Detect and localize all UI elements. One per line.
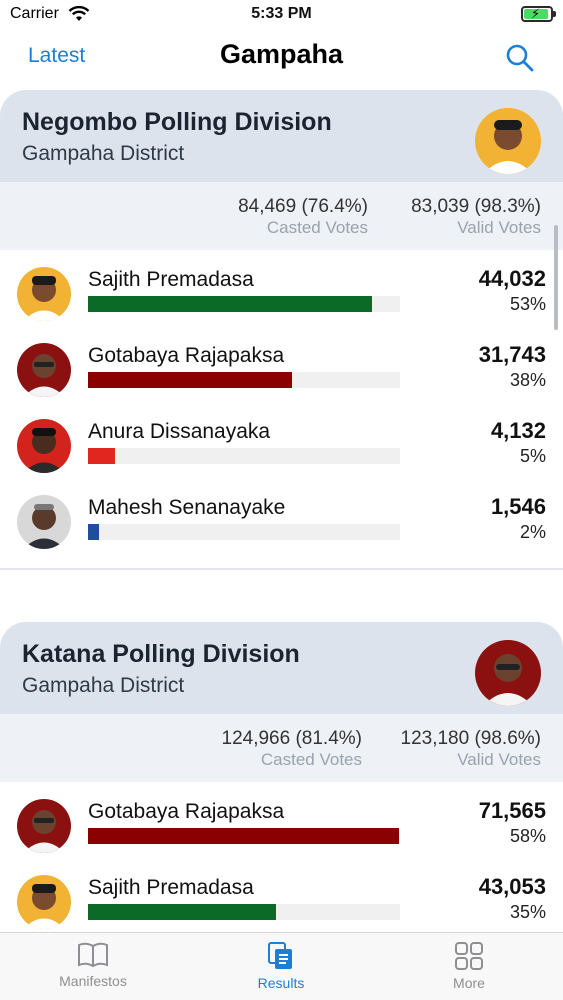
vote-share-fill: [88, 296, 373, 312]
candidate-percent: 2%: [519, 522, 546, 542]
casted-votes: 84,469 (76.4%) Casted Votes: [238, 196, 368, 238]
tab-label: Results: [257, 975, 305, 991]
candidate-avatar: [17, 495, 71, 549]
division-card: Negombo Polling Division Gampaha Distric…: [0, 90, 563, 570]
battery-icon: ⚡: [521, 6, 556, 22]
district-label: Gampaha District: [22, 674, 185, 697]
navigation-bar: Latest Gampaha: [0, 30, 563, 86]
division-stats: 124,966 (81.4%) Casted Votes 123,180 (98…: [0, 714, 563, 782]
results-list[interactable]: Negombo Polling Division Gampaha Distric…: [0, 90, 563, 932]
candidate-row[interactable]: Mahesh Senanayake 1,546 2%: [0, 486, 563, 562]
casted-votes-value: 84,469 (76.4%): [238, 196, 368, 217]
candidate-row[interactable]: Sajith Premadasa 44,032 53%: [0, 258, 563, 334]
vote-share-fill: [88, 904, 276, 920]
candidate-votes: 4,132: [490, 418, 546, 443]
division-header: Katana Polling Division Gampaha District: [0, 622, 563, 714]
tab-results[interactable]: Results: [216, 941, 346, 991]
casted-votes-value: 124,966 (81.4%): [221, 728, 363, 749]
vote-share-bar: [88, 828, 400, 844]
winner-avatar: [475, 108, 541, 174]
candidate-name: Gotabaya Rajapaksa: [88, 800, 285, 823]
scrollbar[interactable]: [554, 225, 558, 330]
candidate-percent: 5%: [519, 446, 546, 466]
valid-votes-value: 123,180 (98.6%): [400, 728, 542, 749]
vote-share-bar: [88, 524, 400, 540]
candidate-avatar: [17, 875, 71, 929]
district-label: Gampaha District: [22, 142, 185, 165]
vote-share-fill: [88, 828, 400, 844]
candidate-row[interactable]: Anura Dissanayaka 4,132 5%: [0, 410, 563, 486]
candidate-percent: 38%: [509, 370, 546, 390]
candidate-avatar: [17, 267, 71, 321]
candidate-percent: 58%: [509, 826, 546, 846]
candidate-name: Mahesh Senanayake: [88, 496, 286, 519]
winner-avatar: [475, 640, 541, 706]
vote-share-bar: [88, 372, 400, 388]
candidate-percent: 35%: [509, 902, 546, 922]
tab-bar: Manifestos Results More: [0, 932, 563, 1000]
casted-votes-label: Casted Votes: [266, 218, 368, 237]
candidate-avatar: [17, 419, 71, 473]
vote-share-bar: [88, 296, 400, 312]
candidate-name: Sajith Premadasa: [88, 876, 254, 899]
app-screen: Carrier 5:33 PM ⚡ Latest Gampaha Negombo…: [0, 0, 563, 1000]
division-stats: 84,469 (76.4%) Casted Votes 83,039 (98.3…: [0, 182, 563, 250]
grid-icon: [404, 941, 534, 971]
casted-votes: 124,966 (81.4%) Casted Votes: [222, 728, 363, 770]
vote-share-fill: [88, 524, 99, 540]
candidate-row[interactable]: Gotabaya Rajapaksa 31,743 38%: [0, 334, 563, 410]
valid-votes-value: 83,039 (98.3%): [411, 196, 541, 217]
vote-share-fill: [88, 372, 292, 388]
vote-share-fill: [88, 448, 115, 464]
candidate-row[interactable]: Gotabaya Rajapaksa 71,565 58%: [0, 790, 563, 866]
candidate-votes: 31,743: [478, 342, 546, 367]
search-icon[interactable]: [505, 43, 535, 73]
status-bar: Carrier 5:33 PM ⚡: [0, 0, 563, 30]
candidate-votes: 71,565: [478, 798, 546, 823]
vote-share-bar: [88, 904, 400, 920]
candidate-name: Sajith Premadasa: [88, 268, 254, 291]
valid-votes-label: Valid Votes: [457, 750, 541, 769]
candidate-votes: 1,546: [490, 494, 546, 519]
tab-label: Manifestos: [59, 973, 127, 989]
candidate-name: Gotabaya Rajapaksa: [88, 344, 285, 367]
candidate-name: Anura Dissanayaka: [88, 420, 271, 443]
valid-votes: 123,180 (98.6%) Valid Votes: [401, 728, 542, 770]
tab-label: More: [453, 975, 485, 991]
candidate-votes: 43,053: [478, 874, 546, 899]
tab-more[interactable]: More: [404, 941, 534, 991]
valid-votes: 83,039 (98.3%) Valid Votes: [411, 196, 541, 238]
tab-manifestos[interactable]: Manifestos: [28, 941, 158, 989]
page-title: Gampaha: [219, 39, 344, 69]
candidate-avatar: [17, 343, 71, 397]
valid-votes-label: Valid Votes: [457, 218, 541, 237]
candidate-percent: 53%: [509, 294, 546, 314]
candidate-votes: 44,032: [478, 266, 546, 291]
vote-share-bar: [88, 448, 400, 464]
documents-icon: [216, 941, 346, 971]
division-card: Katana Polling Division Gampaha District…: [0, 622, 563, 932]
book-icon: [28, 941, 158, 969]
division-title: Negombo Polling Division: [22, 108, 332, 136]
casted-votes-label: Casted Votes: [260, 750, 362, 769]
division-title: Katana Polling Division: [22, 640, 300, 668]
candidate-row[interactable]: Sajith Premadasa 43,053 35%: [0, 866, 563, 932]
division-header: Negombo Polling Division Gampaha Distric…: [0, 90, 563, 182]
candidate-avatar: [17, 799, 71, 853]
clock: 5:33 PM: [251, 5, 312, 22]
